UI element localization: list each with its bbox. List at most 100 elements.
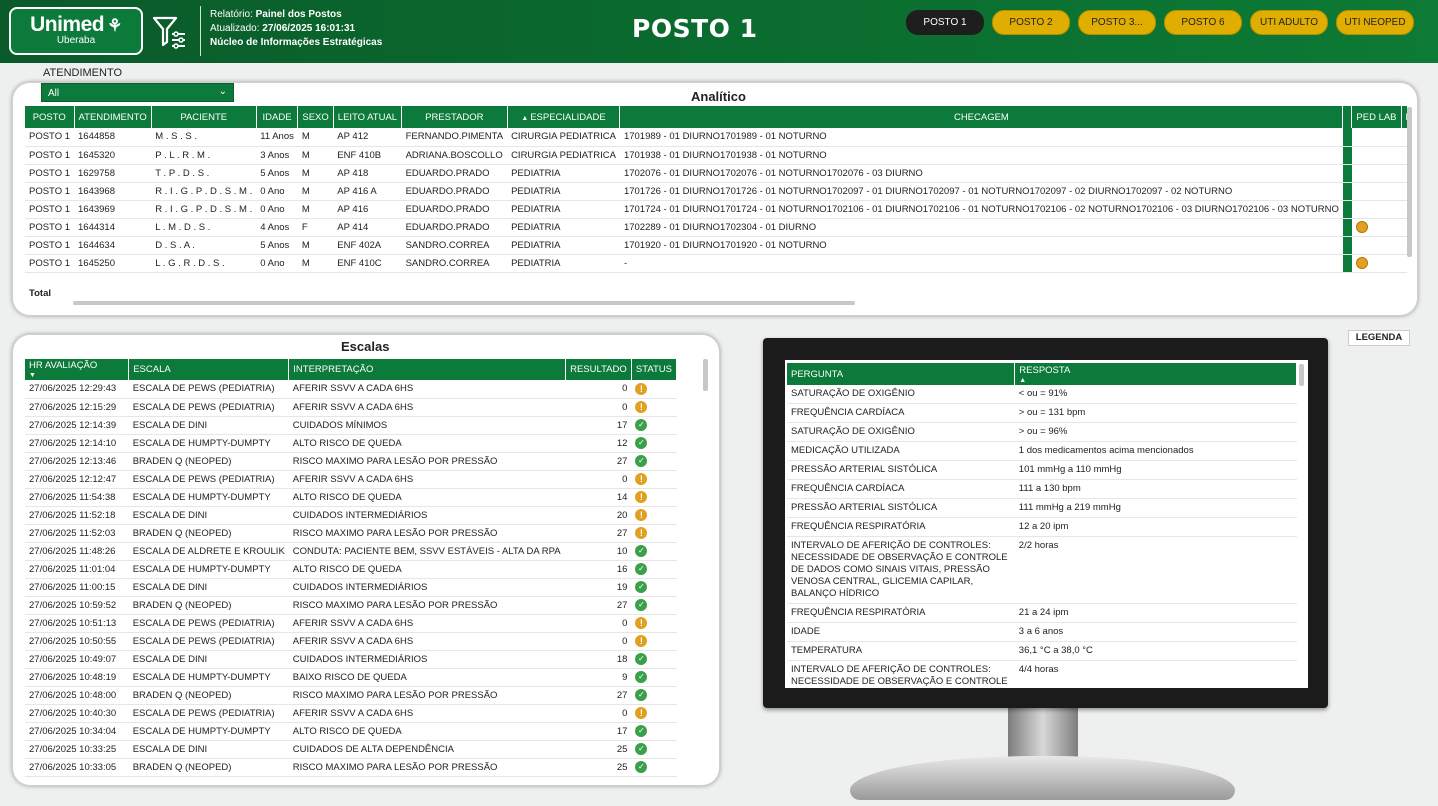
col-paciente[interactable]: PACIENTE [151, 106, 257, 128]
table-row[interactable]: POSTO 1 1644314 L . M . D . S .4 Anos F AP 4… [25, 218, 1407, 237]
col-status[interactable]: STATUS [631, 359, 677, 380]
cell-esc: ESCALA DE HUMPTY-DUMPTY [128, 668, 289, 687]
table-row[interactable]: 27/06/2025 10:49:07 ESCALA DE DINI CUIDADO… [25, 650, 677, 669]
cell-int: AFERIR SSVV A CADA 6HS [288, 398, 566, 417]
col-leito[interactable]: LEITO ATUAL [333, 106, 403, 128]
col-especialidade[interactable]: ▲ ESPECIALIDADE [507, 106, 621, 128]
escalas-table-container[interactable]: HR AVALIAÇÃO ▼ ESCALA INTERPRETAÇÃO RESUL… [25, 359, 677, 779]
table-row[interactable]: POSTO 1 1644858 M . S . S . 11 Anos M AP 412 F… [25, 128, 1407, 147]
table-row[interactable]: 27/06/2025 12:14:10 ESCALA DE HUMPTY-DUMP… [25, 434, 677, 453]
cell-res: 12 [565, 434, 632, 453]
cell-ped-lab [1351, 182, 1402, 201]
table-row[interactable]: 27/06/2025 10:34:04 ESCALA DE HUMPTY-DUMP… [25, 722, 677, 741]
cell-hr: 27/06/2025 10:51:13 [25, 614, 129, 633]
table-row[interactable]: 27/06/2025 10:48:00 BRADEN Q (NEOPED) RISC… [25, 686, 677, 705]
cell-leito: AP 414 [333, 218, 402, 237]
table-row[interactable]: POSTO 1 1629758 T . P . D . S .5 Anos M AP 4… [25, 164, 1407, 183]
cell-status: ✓ [631, 650, 677, 669]
legenda-screen[interactable]: PERGUNTA RESPOSTA ▲ SATURAÇÃO DE OXIGÊNIO… [785, 360, 1308, 688]
cell-esp: PEDIATRIA [507, 200, 620, 219]
nav-uti-adulto-button[interactable]: UTI ADULTO [1250, 10, 1328, 35]
table-row[interactable]: 27/06/2025 10:51:13 ESCALA DE PEWS (PEDIA… [25, 614, 677, 633]
cell-status: ! [631, 632, 677, 651]
nav-posto-6-button[interactable]: POSTO 6 [1164, 10, 1242, 35]
col-prestador[interactable]: PRESTADOR [401, 106, 508, 128]
legenda-table: PERGUNTA RESPOSTA ▲ SATURAÇÃO DE OXIGÊNIO… [787, 363, 1297, 688]
table-row[interactable]: POSTO 1 1645250 L . G . R . D . S .0 Ano M E… [25, 254, 1407, 273]
cell-esp: PEDIATRIA [507, 236, 620, 255]
check-icon: ✓ [635, 545, 648, 557]
col-idade[interactable]: IDADE [256, 106, 299, 128]
table-row[interactable]: 27/06/2025 12:13:46 BRADEN Q (NEOPED) RISC… [25, 452, 677, 471]
analitico-table-container[interactable]: POSTO ATENDIMENTO PACIENTE IDADE SEXO LE… [25, 106, 1407, 286]
col-ped-lab[interactable]: PED LAB [1351, 106, 1402, 128]
nav-posto-3-button[interactable]: POSTO 3... [1078, 10, 1156, 35]
table-row[interactable]: 27/06/2025 12:29:43 ESCALA DE PEWS (PEDIA… [25, 380, 677, 399]
nav-uti-neoped-button[interactable]: UTI NEOPED [1336, 10, 1414, 35]
cell-hr: 27/06/2025 11:52:18 [25, 506, 129, 525]
atendimento-dropdown[interactable]: All ⌄ [41, 83, 234, 102]
cell-int: RISCO MAXIMO PARA LESÃO POR PRESSÃO [288, 758, 566, 777]
cell-res: 0 [565, 398, 632, 417]
table-row[interactable]: 27/06/2025 10:50:55 ESCALA DE PEWS (PEDIA… [25, 632, 677, 651]
cell-hr: 27/06/2025 12:14:39 [25, 416, 129, 435]
table-row[interactable]: 27/06/2025 11:54:38 ESCALA DE HUMPTY-DUMP… [25, 488, 677, 507]
analitico-vertical-scrollbar[interactable] [1407, 107, 1412, 257]
cell-int: ALTO RISCO DE QUEDA [288, 722, 566, 741]
analitico-horizontal-scrollbar[interactable] [73, 301, 855, 305]
cell-int: CONDUTA: PACIENTE BEM, SSVV ESTÁVEIS - A… [288, 542, 566, 561]
cell-resposta: 3 a 6 anos [1014, 622, 1297, 642]
table-row[interactable]: 27/06/2025 11:48:26 ESCALA DE ALDRETE E K… [25, 542, 677, 561]
nav-posto-2-button[interactable]: POSTO 2 [992, 10, 1070, 35]
table-row[interactable]: 27/06/2025 11:00:15 ESCALA DE DINI CUIDADO… [25, 578, 677, 597]
monitor-frame: PERGUNTA RESPOSTA ▲ SATURAÇÃO DE OXIGÊNIO… [763, 338, 1328, 708]
cell-sexo: M [297, 254, 334, 273]
cell-status: ! [631, 488, 677, 507]
warning-icon: ! [635, 707, 648, 719]
filter-icon[interactable] [152, 14, 188, 50]
table-row[interactable]: 27/06/2025 10:48:19 ESCALA DE HUMPTY-DUMP… [25, 668, 677, 687]
cell-resposta: 21 a 24 ipm [1014, 603, 1297, 623]
table-row[interactable]: 27/06/2025 11:52:03 BRADEN Q (NEOPED) RISC… [25, 524, 677, 543]
col-interpretacao[interactable]: INTERPRETAÇÃO [288, 359, 567, 380]
col-resposta-label: RESPOSTA [1019, 364, 1071, 376]
escalas-vertical-scrollbar[interactable] [703, 359, 708, 391]
cell-chec: 1701724 - 01 DIURNO1701724 - 01 NOTURNO1… [619, 200, 1343, 219]
table-row[interactable]: 27/06/2025 11:52:18 ESCALA DE DINI CUIDADO… [25, 506, 677, 525]
cell-int: CUIDADOS DE ALTA DEPENDÊNCIA [288, 740, 566, 759]
table-row[interactable]: POSTO 1 1643969 R . I . G . P . D . S . M … [25, 200, 1407, 219]
nav-posto-1-button[interactable]: POSTO 1 [906, 10, 984, 35]
table-row[interactable]: POSTO 1 1645320 P . L . R . M .3 Anos M ENF … [25, 146, 1407, 165]
table-row[interactable]: 27/06/2025 10:40:30 ESCALA DE PEWS (PEDIA… [25, 704, 677, 723]
check-icon: ✓ [635, 599, 648, 611]
table-row: PRESSÃO ARTERIAL SISTÓLICA 101 mmHg a 110… [787, 460, 1297, 480]
col-atendimento[interactable]: ATENDIMENTO [74, 106, 152, 128]
col-resposta[interactable]: RESPOSTA ▲ [1014, 363, 1297, 385]
col-posto[interactable]: POSTO [25, 106, 75, 128]
table-row[interactable]: POSTO 1 1643968 R . I . G . P . D . S . M … [25, 182, 1407, 201]
table-row[interactable]: 27/06/2025 10:33:05 BRADEN Q (NEOPED) RISC… [25, 758, 677, 777]
cell-sexo: M [297, 146, 334, 165]
col-escala[interactable]: ESCALA [128, 359, 290, 380]
table-row[interactable]: 27/06/2025 10:33:25 ESCALA DE DINI CUIDADO… [25, 740, 677, 759]
col-sexo[interactable]: SEXO [297, 106, 334, 128]
table-row[interactable]: 27/06/2025 12:15:29 ESCALA DE PEWS (PEDIA… [25, 398, 677, 417]
cell-pergunta: INTERVALO DE AFERIÇÃO DE CONTROLES: NECE… [787, 660, 1015, 688]
cell-posto: POSTO 1 [25, 164, 75, 183]
legenda-vertical-scrollbar[interactable] [1299, 364, 1304, 386]
table-row[interactable]: 27/06/2025 10:59:52 BRADEN Q (NEOPED) RISC… [25, 596, 677, 615]
cell-esc: ESCALA DE PEWS (PEDIATRIA) [128, 470, 289, 489]
cell-resposta: > ou = 96% [1014, 422, 1297, 442]
table-row[interactable]: 27/06/2025 11:01:04 ESCALA DE HUMPTY-DUMP… [25, 560, 677, 579]
cell-hr: 27/06/2025 12:13:46 [25, 452, 129, 471]
warning-icon: ! [635, 491, 648, 503]
table-row[interactable]: 27/06/2025 12:14:39 ESCALA DE DINI CUIDADO… [25, 416, 677, 435]
col-pergunta[interactable]: PERGUNTA [787, 363, 1016, 385]
table-row[interactable]: POSTO 1 1644634 D . S . A .5 Anos M ENF 402A… [25, 236, 1407, 255]
cell-pergunta: FREQUÊNCIA RESPIRATÓRIA [787, 603, 1015, 623]
table-row[interactable]: 27/06/2025 12:12:47 ESCALA DE PEWS (PEDIA… [25, 470, 677, 489]
col-resultado[interactable]: RESULTADO [565, 359, 632, 380]
col-checagem[interactable]: CHECAGEM [619, 106, 1344, 128]
col-hr-avaliacao[interactable]: HR AVALIAÇÃO ▼ [25, 359, 130, 380]
legenda-button[interactable]: LEGENDA [1348, 330, 1410, 346]
